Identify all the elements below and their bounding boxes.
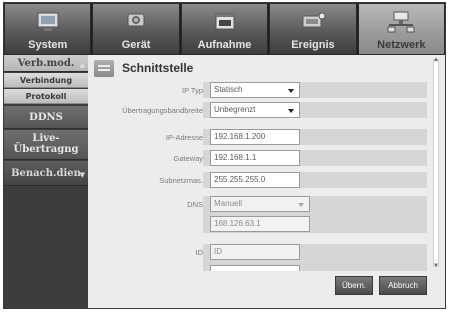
sidebar-item-label: Protokoll [25, 92, 67, 101]
chevron-down-icon [288, 89, 294, 93]
ip-address-value: 192.168.1.200 [214, 132, 266, 141]
sidebar-item-label: Übertragng [13, 144, 79, 155]
bandwidth-value: Unbegrenzt [214, 105, 256, 114]
sidebar-item-ddns[interactable]: DDNS [4, 106, 88, 129]
ip-address-label: IP-Adresse [165, 133, 203, 142]
tab-label: System [28, 39, 68, 51]
sidebar-item-label: Live- [32, 133, 60, 144]
sidebar-item-connection-mode[interactable]: Verb.mod. ▲ [4, 55, 88, 72]
tab-label: Ereignis [291, 39, 335, 51]
ip-type-value: Statisch [214, 85, 243, 94]
settings-panel: Schnittstelle IP Typ Statisch Übertragun… [88, 55, 445, 308]
gateway-label: Gateway [173, 154, 203, 163]
cancel-button[interactable]: Abbruch [379, 276, 427, 295]
panel-title: Schnittstelle [122, 61, 194, 75]
ip-type-select[interactable]: Statisch [210, 82, 300, 98]
scrollbar[interactable]: ▲ ▼ [433, 57, 439, 269]
tab-device[interactable]: Gerät [92, 3, 180, 55]
id-field[interactable]: ID [210, 244, 300, 260]
subnet-label: Subnetzmas. [159, 176, 203, 185]
password-field[interactable] [210, 265, 300, 271]
scroll-thumb[interactable] [434, 63, 438, 259]
sidebar-item-notification[interactable]: Benach.dien ▼ [4, 161, 88, 186]
tab-label: Aufnahme [197, 39, 252, 51]
tab-network[interactable]: Netzwerk [357, 3, 446, 55]
tab-label: Netzwerk [377, 39, 426, 51]
ip-address-field[interactable]: 192.168.1.200 [210, 129, 300, 145]
tab-recording[interactable]: Aufnahme [180, 3, 269, 55]
subnet-value: 255.255.255.0 [214, 175, 266, 184]
bandwidth-label: Übertragungsbandbreite [122, 106, 203, 115]
scroll-down-icon[interactable]: ▼ [433, 263, 439, 269]
system-icon [37, 12, 59, 31]
sidebar-item-protocol[interactable]: Protokoll [4, 89, 88, 104]
ip-type-label: IP Typ [182, 86, 203, 95]
chevron-down-icon [298, 203, 304, 207]
tab-system[interactable]: System [4, 3, 92, 55]
scroll-up-icon: ▲ [79, 60, 85, 69]
gateway-value: 192.168.1.1 [214, 153, 257, 162]
dns-mode-select[interactable]: Manuell [210, 196, 310, 212]
apply-button[interactable]: Übern. [335, 276, 373, 295]
id-label: ID [195, 248, 204, 257]
scroll-down-icon: ▼ [79, 170, 85, 179]
record-icon [215, 13, 235, 30]
tab-label: Gerät [121, 39, 151, 51]
dns-mode-value: Manuell [214, 199, 243, 208]
dns-server-value: 168.126.63.1 [214, 219, 261, 228]
top-tab-bar: System Gerät Aufnahme Ereignis Netzwerk [4, 3, 446, 55]
event-icon [302, 12, 326, 28]
scroll-up-icon[interactable]: ▲ [433, 57, 439, 63]
id-placeholder: ID [214, 247, 222, 256]
gateway-field[interactable]: 192.168.1.1 [210, 150, 300, 166]
sidebar: Verb.mod. ▲ Verbindung Protokoll DDNS Li… [4, 55, 88, 308]
bandwidth-select[interactable]: Unbegrenzt [210, 102, 300, 118]
sidebar-item-label: Benach.dien [11, 168, 81, 179]
tab-event[interactable]: Ereignis [269, 3, 357, 55]
sidebar-item-label: Verbindung [19, 76, 73, 85]
camera-icon [127, 13, 145, 27]
dns-server-field[interactable]: 168.126.63.1 [210, 216, 310, 232]
dns-label: DNS [187, 200, 203, 209]
interface-icon [94, 60, 114, 77]
sidebar-item-connection[interactable]: Verbindung [4, 73, 88, 88]
chevron-down-icon [288, 109, 294, 113]
network-icon [387, 11, 415, 33]
sidebar-item-live-transfer[interactable]: Live- Übertragng [4, 130, 88, 160]
subnet-field[interactable]: 255.255.255.0 [210, 172, 300, 188]
sidebar-item-label: DDNS [29, 112, 63, 123]
sidebar-item-label: Verb.mod. [17, 58, 75, 69]
